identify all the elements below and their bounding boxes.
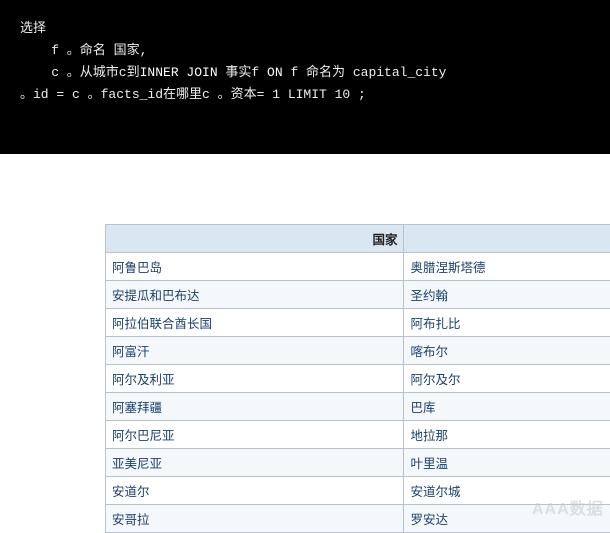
cell-country: 亚美尼亚 (106, 449, 404, 477)
table-row: 阿尔巴尼亚地拉那 (106, 421, 610, 449)
cell-capital: 巴库 (404, 393, 610, 421)
cell-country: 阿尔及利亚 (106, 365, 404, 393)
cell-country: 阿鲁巴岛 (106, 253, 404, 281)
code-line-4: 。id = c 。facts_id在哪里c 。资本= 1 LIMIT 10 ; (20, 87, 366, 102)
cell-country: 安道尔 (106, 477, 404, 505)
cell-country: 阿塞拜疆 (106, 393, 404, 421)
sql-code-block: 选择 f 。命名 国家, c 。从城市c到INNER JOIN 事实f ON f… (0, 0, 610, 154)
table-row: 阿鲁巴岛奥腊涅斯塔德 (106, 253, 610, 281)
table-row: 安道尔安道尔城 (106, 477, 610, 505)
cell-capital: 罗安达 (404, 505, 610, 533)
code-line-3-mid: 事实f (218, 65, 267, 80)
code-keyword-on: ON (267, 65, 283, 80)
cell-country: 安提瓜和巴布达 (106, 281, 404, 309)
spacer (0, 154, 610, 224)
cell-capital: 喀布尔 (404, 337, 610, 365)
header-capital: 首都 (404, 225, 610, 253)
code-line-1: 选择 (20, 21, 46, 36)
cell-capital: 圣约翰 (404, 281, 610, 309)
table-row: 亚美尼亚叶里温 (106, 449, 610, 477)
cell-capital: 安道尔城 (404, 477, 610, 505)
code-keyword-inner-join: INNER JOIN (140, 65, 218, 80)
table-header-row: 国家 首都 (106, 225, 610, 253)
table-row: 阿尔及利亚阿尔及尔 (106, 365, 610, 393)
cell-capital: 奥腊涅斯塔德 (404, 253, 610, 281)
cell-country: 安哥拉 (106, 505, 404, 533)
table-row: 阿拉伯联合酋长国阿布扎比 (106, 309, 610, 337)
code-line-3-pre: c 。从城市c到 (20, 65, 140, 80)
table-row: 阿富汗喀布尔 (106, 337, 610, 365)
table-row: 阿塞拜疆巴库 (106, 393, 610, 421)
cell-capital: 阿尔及尔 (404, 365, 610, 393)
cell-capital: 叶里温 (404, 449, 610, 477)
cell-capital: 地拉那 (404, 421, 610, 449)
result-table-wrap: 国家 首都 阿鲁巴岛奥腊涅斯塔德 安提瓜和巴布达圣约翰 阿拉伯联合酋长国阿布扎比… (105, 224, 610, 533)
result-table: 国家 首都 阿鲁巴岛奥腊涅斯塔德 安提瓜和巴布达圣约翰 阿拉伯联合酋长国阿布扎比… (105, 224, 610, 533)
code-line-3-post: f 命名为 capital_city (283, 65, 447, 80)
code-line-2: f 。命名 国家, (20, 43, 147, 58)
header-country: 国家 (106, 225, 404, 253)
cell-country: 阿拉伯联合酋长国 (106, 309, 404, 337)
cell-capital: 阿布扎比 (404, 309, 610, 337)
cell-country: 阿尔巴尼亚 (106, 421, 404, 449)
cell-country: 阿富汗 (106, 337, 404, 365)
table-row: 安提瓜和巴布达圣约翰 (106, 281, 610, 309)
table-row: 安哥拉罗安达 (106, 505, 610, 533)
